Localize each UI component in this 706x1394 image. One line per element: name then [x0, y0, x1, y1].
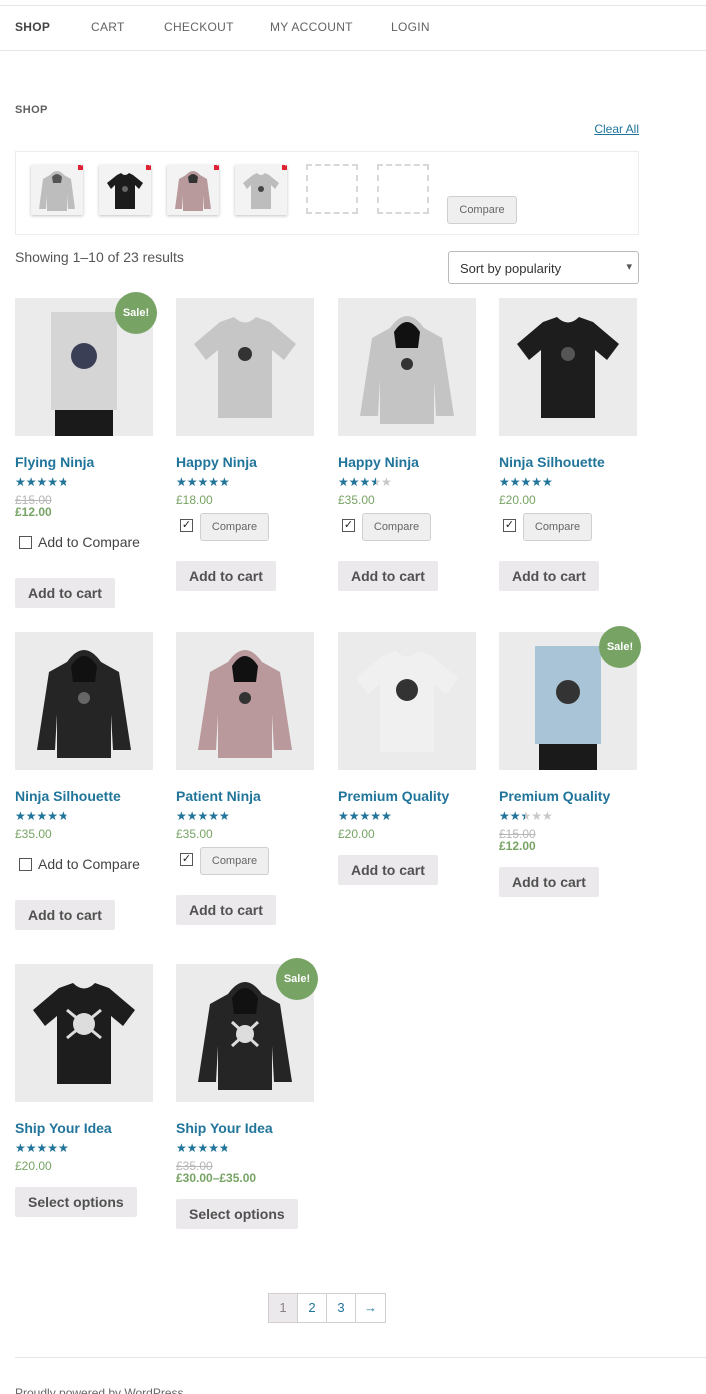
compare-button[interactable]: Compare: [447, 196, 517, 224]
product-title[interactable]: Ship Your Idea: [15, 1120, 112, 1136]
compare-button[interactable]: Compare: [200, 513, 269, 541]
nav-login[interactable]: LOGIN: [391, 20, 430, 34]
product-image[interactable]: [15, 964, 153, 1102]
nav-checkout[interactable]: CHECKOUT: [164, 20, 234, 34]
star-rating: ★★★★★★★★★★: [15, 475, 69, 489]
add-to-cart-button[interactable]: Add to cart: [499, 561, 599, 591]
star-rating: ★★★★★★★★★★: [15, 1141, 69, 1155]
product-price: £35.00: [15, 827, 52, 841]
pagination: 1 2 3 →: [268, 1293, 386, 1323]
product-image[interactable]: [338, 632, 476, 770]
compare-button[interactable]: Compare: [362, 513, 431, 541]
footer: Proudly powered by WordPress: [15, 1357, 706, 1394]
star-rating: ★★★★★★★★★★: [176, 809, 230, 823]
compare-checkbox[interactable]: [19, 858, 32, 871]
remove-compare-icon[interactable]: ×: [282, 165, 287, 170]
product-price: £35.00: [338, 493, 375, 507]
tshirt-icon: [243, 173, 279, 209]
page-1[interactable]: 1: [269, 1294, 298, 1322]
product-price: £18.00: [176, 493, 213, 507]
product-price: £12.00: [15, 505, 52, 519]
clear-all-link[interactable]: Clear All: [594, 122, 639, 136]
page-3[interactable]: 3: [327, 1294, 356, 1322]
add-to-cart-button[interactable]: Select options: [176, 1199, 298, 1229]
hoodie-icon: [39, 171, 75, 211]
footer-credit[interactable]: Proudly powered by WordPress: [15, 1386, 184, 1394]
compare-thumb-hoodie-grey[interactable]: ×: [31, 165, 83, 215]
add-to-cart-button[interactable]: Add to cart: [15, 900, 115, 930]
nav-my-account[interactable]: MY ACCOUNT: [270, 20, 353, 34]
compare-button[interactable]: Compare: [200, 847, 269, 875]
result-count: Showing 1–10 of 23 results: [15, 249, 184, 265]
compare-checkbox[interactable]: ✓: [180, 853, 193, 866]
chevron-down-icon: ▾: [626, 261, 632, 273]
page-2[interactable]: 2: [298, 1294, 327, 1322]
add-to-cart-button[interactable]: Select options: [15, 1187, 137, 1217]
product-image[interactable]: [176, 298, 314, 436]
product-price: £30.00–£35.00: [176, 1171, 257, 1185]
product-title[interactable]: Premium Quality: [499, 788, 610, 804]
compare-checkbox[interactable]: ✓: [342, 519, 355, 532]
compare-thumb-tshirt-black[interactable]: ×: [99, 165, 151, 215]
product-title[interactable]: Flying Ninja: [15, 454, 94, 470]
star-rating: ★★★★★★★★★★: [15, 809, 69, 823]
product-title[interactable]: Ninja Silhouette: [499, 454, 605, 470]
remove-compare-icon[interactable]: ×: [214, 165, 219, 170]
product-price: £20.00: [499, 493, 536, 507]
page-title: SHOP: [15, 104, 48, 116]
compare-empty-slot: [306, 164, 358, 214]
product-image[interactable]: [338, 298, 476, 436]
product-image[interactable]: [176, 632, 314, 770]
hoodie-icon: [175, 171, 211, 211]
remove-compare-icon[interactable]: ×: [146, 165, 151, 170]
compare-thumb-tshirt-grey[interactable]: ×: [235, 165, 287, 215]
add-to-compare-label: Add to Compare: [38, 534, 140, 550]
star-rating: ★★★★★★★★★★: [338, 809, 392, 823]
product-title[interactable]: Happy Ninja: [338, 454, 419, 470]
nav-shop[interactable]: SHOP: [15, 20, 50, 34]
product-title[interactable]: Ninja Silhouette: [15, 788, 121, 804]
add-to-cart-button[interactable]: Add to cart: [338, 855, 438, 885]
product-title[interactable]: Premium Quality: [338, 788, 449, 804]
compare-empty-slot: [377, 164, 429, 214]
compare-checkbox[interactable]: [19, 536, 32, 549]
star-rating: ★★★★★★★★★★: [499, 475, 553, 489]
product-image[interactable]: [15, 632, 153, 770]
top-navigation: SHOP CART CHECKOUT MY ACCOUNT LOGIN: [0, 5, 706, 51]
compare-bar: × × × × Compare: [15, 151, 639, 235]
sale-badge: Sale!: [599, 626, 641, 668]
next-arrow-icon[interactable]: →: [356, 1294, 385, 1322]
add-to-cart-button[interactable]: Add to cart: [15, 578, 115, 608]
add-to-compare[interactable]: Add to Compare: [19, 534, 140, 550]
remove-compare-icon[interactable]: ×: [78, 165, 83, 170]
sale-badge: Sale!: [115, 292, 157, 334]
product-title[interactable]: Ship Your Idea: [176, 1120, 273, 1136]
add-to-compare-label: Add to Compare: [38, 856, 140, 872]
product-title[interactable]: Happy Ninja: [176, 454, 257, 470]
star-rating: ★★★★★★★★★★: [176, 1141, 230, 1155]
product-title[interactable]: Patient Ninja: [176, 788, 261, 804]
star-rating: ★★★★★★★★★★: [176, 475, 230, 489]
star-rating: ★★★★★★★★★★: [499, 809, 553, 823]
product-price: £12.00: [499, 839, 536, 853]
product-price: £20.00: [338, 827, 375, 841]
sort-selected-value: Sort by popularity: [460, 261, 562, 276]
sale-badge: Sale!: [276, 958, 318, 1000]
add-to-cart-button[interactable]: Add to cart: [176, 895, 276, 925]
sort-select[interactable]: Sort by popularity ▾: [448, 251, 639, 284]
add-to-cart-button[interactable]: Add to cart: [176, 561, 276, 591]
compare-checkbox[interactable]: ✓: [503, 519, 516, 532]
product-image[interactable]: [499, 298, 637, 436]
compare-checkbox[interactable]: ✓: [180, 519, 193, 532]
star-rating: ★★★★★★★★★★: [338, 475, 392, 489]
nav-cart[interactable]: CART: [91, 20, 125, 34]
compare-thumb-hoodie-pink[interactable]: ×: [167, 165, 219, 215]
compare-button[interactable]: Compare: [523, 513, 592, 541]
product-price: £20.00: [15, 1159, 52, 1173]
add-to-cart-button[interactable]: Add to cart: [338, 561, 438, 591]
product-price: £35.00: [176, 827, 213, 841]
add-to-compare[interactable]: Add to Compare: [19, 856, 140, 872]
add-to-cart-button[interactable]: Add to cart: [499, 867, 599, 897]
tshirt-icon: [107, 173, 143, 209]
